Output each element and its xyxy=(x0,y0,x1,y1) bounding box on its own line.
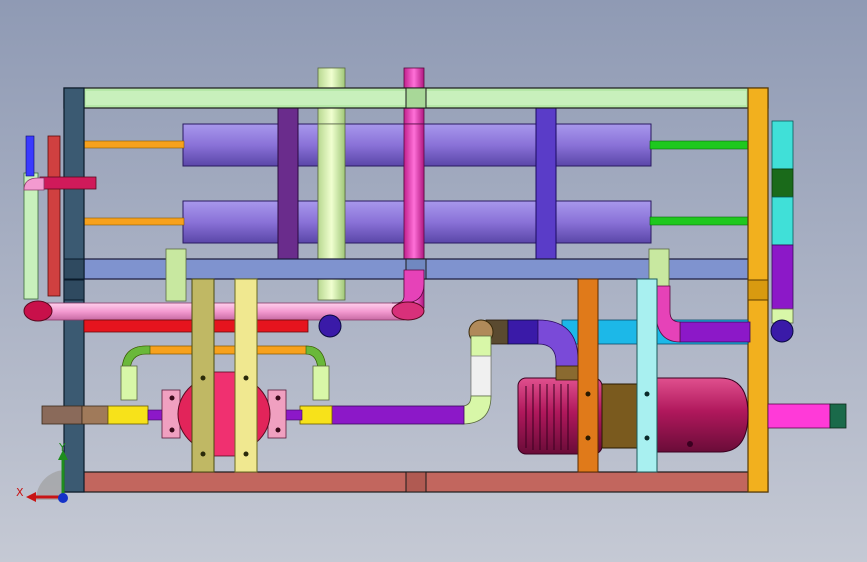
feed-line-lower[interactable] xyxy=(81,217,185,226)
discharge-pipe[interactable] xyxy=(329,405,465,425)
vertical-pipe-magenta-front xyxy=(403,123,425,265)
assembly-drawing xyxy=(0,0,867,562)
exchanger-saddle-left[interactable] xyxy=(277,107,299,261)
feed-line-upper[interactable] xyxy=(81,140,185,149)
pump-support-right[interactable] xyxy=(234,278,258,473)
right-manifold[interactable] xyxy=(770,120,794,343)
frame-left-post[interactable] xyxy=(63,87,85,493)
pump-support-left[interactable] xyxy=(191,278,215,473)
frame-top-splice xyxy=(405,87,427,109)
frame-bottom-splice xyxy=(405,471,427,493)
purple-line-right[interactable] xyxy=(679,321,751,343)
outlet-pipe-right[interactable] xyxy=(767,403,847,429)
outlet-line-upper[interactable] xyxy=(649,140,751,150)
triad-y-label: Y xyxy=(59,441,66,454)
triad-z-axis xyxy=(58,493,68,503)
exchanger-saddle-right[interactable] xyxy=(535,107,557,261)
triad-x-label: X xyxy=(16,486,24,499)
frame-right-post[interactable] xyxy=(747,87,769,493)
cad-viewport[interactable]: X Y xyxy=(0,0,867,562)
small-riser-left[interactable] xyxy=(165,248,187,302)
motor-support-orange[interactable] xyxy=(577,278,599,473)
valve-knob[interactable] xyxy=(318,314,342,338)
outlet-line-lower[interactable] xyxy=(649,216,751,226)
motor-support-cyan[interactable] xyxy=(636,278,658,473)
vertical-pipe-lime-front xyxy=(317,123,346,265)
